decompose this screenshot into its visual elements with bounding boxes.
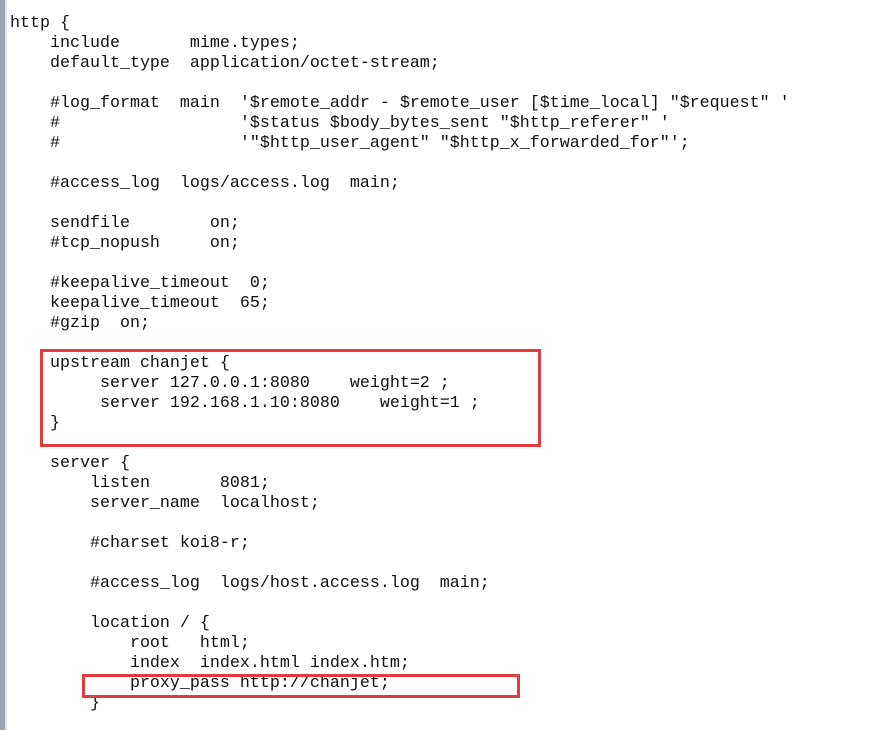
code-line: keepalive_timeout 65; [10,294,270,313]
code-line: } [10,414,60,433]
code-line: #charset koi8-r; [10,534,250,553]
code-line: server 127.0.0.1:8080 weight=2 ; [10,374,450,393]
code-line: #access_log logs/access.log main; [10,174,400,193]
code-line: upstream chanjet { [10,354,230,373]
code-line: sendfile on; [10,214,240,233]
code-line: server { [10,454,130,473]
code-line: # '$status $body_bytes_sent "$http_refer… [10,114,670,133]
code-line: #access_log logs/host.access.log main; [10,574,490,593]
code-editor[interactable]: http { include mime.types; default_type … [10,14,790,714]
editor-gutter [0,0,7,730]
code-line: root html; [10,634,250,653]
code-line: server_name localhost; [10,494,320,513]
code-line: #keepalive_timeout 0; [10,274,270,293]
code-line: index index.html index.htm; [10,654,410,673]
code-line: location / { [10,614,210,633]
code-line: http { [10,14,70,33]
code-line: server 192.168.1.10:8080 weight=1 ; [10,394,480,413]
code-line: #tcp_nopush on; [10,234,240,253]
code-line: } [10,694,100,713]
code-line: #gzip on; [10,314,150,333]
code-line: listen 8081; [10,474,270,493]
code-line: proxy_pass http://chanjet; [10,674,390,693]
code-line: include mime.types; [10,34,300,53]
code-line: #log_format main '$remote_addr - $remote… [10,94,790,113]
code-line: default_type application/octet-stream; [10,54,440,73]
code-line: # '"$http_user_agent" "$http_x_forwarded… [10,134,690,153]
